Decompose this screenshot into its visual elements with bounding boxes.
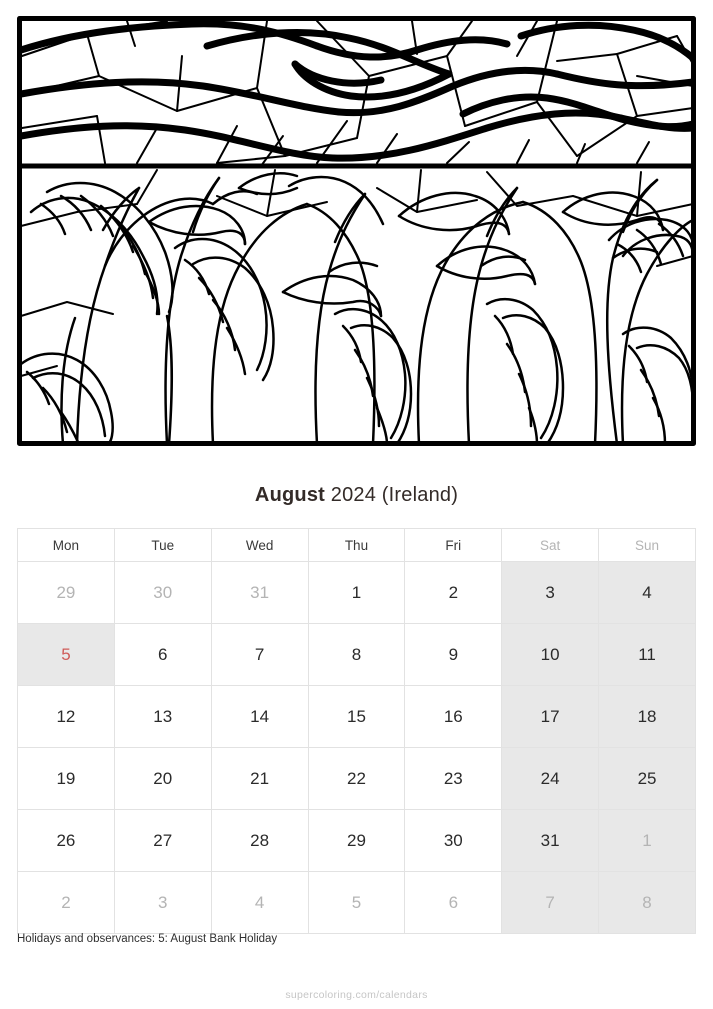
calendar-week-row: 2345678 [17,871,696,934]
calendar-week-row: 12 13 14 15 16 17 18 [17,685,696,748]
calendar-day-cell[interactable]: 30 [113,561,212,624]
calendar-day-cell[interactable]: 12 [17,685,115,748]
calendar-day-cell[interactable]: 3 [113,871,212,934]
calendar-day-cell[interactable]: 4 [598,561,696,624]
weekday-header-row: Mon Tue Wed Thu Fri Sat Sun [17,528,696,562]
calendar-day-cell[interactable]: 22 [307,747,406,810]
calendar-day-cell[interactable]: 16 [404,685,503,748]
title-month: August [254,484,325,506]
calendar-day-cell[interactable]: 7 [210,623,309,686]
calendar-day-cell[interactable]: 8 [598,871,696,934]
calendar-day-cell[interactable]: 29 [17,561,115,624]
calendar-day-cell[interactable]: 29 [307,809,406,872]
calendar-day-cell[interactable]: 30 [404,809,503,872]
calendar-day-cell[interactable]: 14 [210,685,309,748]
calendar-day-cell[interactable]: 20 [113,747,212,810]
calendar-table: Mon Tue Wed Thu Fri Sat Sun 29 30 31 1 2 3 4 5 6 7 8 9 10 1… [17,528,696,934]
calendar-day-cell[interactable]: 15 [307,685,406,748]
weekday-header-sun: Sun [598,528,696,562]
title-year-region: 2024 (Ireland) [325,484,459,506]
calendar-day-cell[interactable]: 4 [210,871,309,934]
calendar-day-cell[interactable]: 5 [307,871,406,934]
calendar-day-cell[interactable]: 24 [501,747,600,810]
calendar-week-row: 26 27 28 29 30 31 1 [17,809,696,872]
calendar-day-cell[interactable]: 8 [307,623,406,686]
calendar-day-cell[interactable]: 28 [210,809,309,872]
calendar-body: 29 30 31 1 2 3 4 5 6 7 8 9 10 11 12 13 14 15 16 17 18 19 20 21 2… [17,561,696,934]
calendar-day-cell[interactable]: 1 [598,809,696,872]
calendar-day-cell[interactable]: 31 [210,561,309,624]
calendar-day-cell[interactable]: 5 [17,623,115,686]
calendar-day-cell[interactable]: 25 [598,747,696,810]
weekday-header-tue: Tue [113,528,212,562]
calendar-day-cell[interactable]: 31 [501,809,600,872]
calendar-day-cell[interactable]: 13 [113,685,212,748]
weekday-header-mon: Mon [17,528,115,562]
calendar-day-cell[interactable]: 3 [501,561,600,624]
calendar-day-cell[interactable]: 27 [113,809,212,872]
calendar-day-cell[interactable]: 18 [598,685,696,748]
weekday-header-wed: Wed [210,528,309,562]
holidays-and-observances-note: Holidays and observances: 5: August Bank… [17,933,278,945]
site-watermark: supercoloring.com/calendars [285,989,428,1001]
calendar-day-cell[interactable]: 6 [404,871,503,934]
calendar-day-cell[interactable]: 23 [404,747,503,810]
coloring-illustration [17,16,696,446]
calendar-day-cell[interactable]: 9 [404,623,503,686]
page-title: August 2024 (Ireland) [0,484,713,507]
calendar-day-cell[interactable]: 7 [501,871,600,934]
calendar-day-cell[interactable]: 1 [307,561,406,624]
calendar-week-row: 5 6 7 8 9 10 11 [17,623,696,686]
calendar-week-row: 19 20 21 22 23 24 25 [17,747,696,810]
weekday-header-fri: Fri [404,528,503,562]
calendar-day-cell[interactable]: 2 [404,561,503,624]
calendar-day-cell[interactable]: 17 [501,685,600,748]
weekday-header-thu: Thu [307,528,406,562]
calendar-day-cell[interactable]: 10 [501,623,600,686]
calendar-day-cell[interactable]: 26 [17,809,115,872]
calendar-day-cell[interactable]: 19 [17,747,115,810]
calendar-day-cell[interactable]: 2 [17,871,115,934]
calendar-week-row: 29 30 31 1 2 3 4 [17,561,696,624]
calendar-day-cell[interactable]: 6 [113,623,212,686]
calendar-day-cell[interactable]: 11 [598,623,696,686]
calendar-day-cell[interactable]: 21 [210,747,309,810]
weekday-header-sat: Sat [501,528,600,562]
